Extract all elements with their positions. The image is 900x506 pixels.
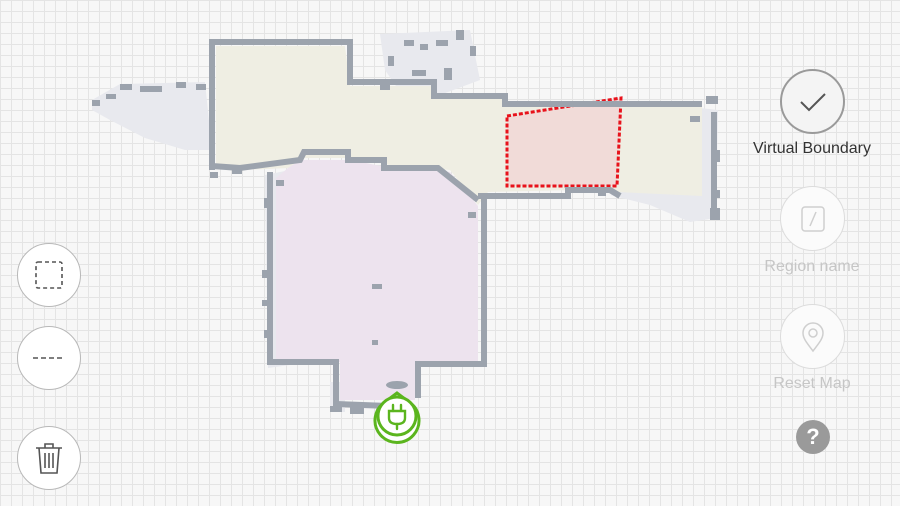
line-boundary-button[interactable] (17, 326, 81, 390)
dashed-line-icon (33, 357, 65, 359)
location-pin-icon (801, 321, 824, 352)
checkmark-icon (799, 92, 826, 111)
reset-map-button[interactable] (780, 304, 845, 369)
delete-button[interactable] (17, 426, 81, 490)
reset-map-label: Reset Map (773, 375, 851, 392)
help-icon[interactable]: ? (796, 420, 830, 454)
edit-icon (800, 205, 825, 232)
trash-icon (36, 443, 62, 474)
region-name-button[interactable] (780, 186, 845, 251)
virtual-boundary-button[interactable] (780, 69, 845, 134)
virtual-boundary-label: Virtual Boundary (753, 140, 871, 157)
dashed-square-icon (35, 261, 63, 289)
floor-map[interactable] (0, 0, 900, 506)
rectangle-zone-button[interactable] (17, 243, 81, 307)
region-name-label: Region name (764, 258, 860, 275)
